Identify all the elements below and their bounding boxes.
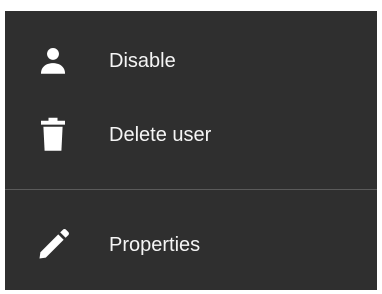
trash-icon [35,117,71,153]
person-icon [35,43,71,79]
menu-item-label: Delete user [109,124,212,146]
menu-divider [5,189,377,190]
menu-item-label: Disable [109,50,176,72]
context-menu: Disable Delete user Properties [5,11,377,290]
pencil-icon [35,227,71,263]
menu-item-disable[interactable]: Disable [5,33,377,89]
menu-item-label: Properties [109,234,201,256]
menu-item-properties[interactable]: Properties [5,217,377,273]
menu-item-delete-user[interactable]: Delete user [5,107,377,163]
